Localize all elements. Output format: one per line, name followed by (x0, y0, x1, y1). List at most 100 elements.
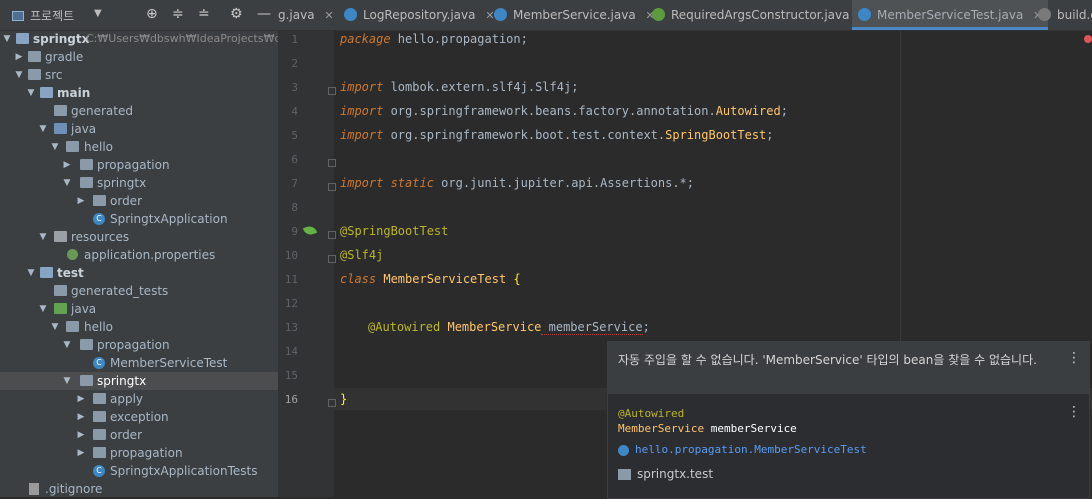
locate-target-icon[interactable]: ⊕ (146, 6, 158, 22)
chevron-down-icon[interactable]: ▼ (50, 318, 60, 336)
chevron-down-icon[interactable]: ▼ (50, 138, 60, 156)
chevron-right-icon[interactable]: ▶ (76, 408, 86, 426)
expand-all-icon[interactable]: ≑ (172, 6, 184, 22)
fold-marker-icon[interactable] (328, 87, 336, 95)
folder-icon (28, 69, 41, 80)
tree-label: exception (110, 410, 169, 424)
code-line-13: @Autowired MemberService memberService; (368, 320, 650, 335)
fold-marker-icon[interactable] (328, 399, 336, 407)
gear-icon[interactable]: ⚙ (230, 6, 243, 22)
project-view-selector[interactable]: 프로젝트 (12, 7, 74, 24)
test-source-folder-icon (54, 303, 67, 314)
line-number: 4 (291, 105, 298, 118)
close-icon[interactable]: ✕ (324, 9, 333, 22)
tab-member-service[interactable]: MemberService.java ✕ (494, 0, 655, 30)
chevron-down-icon[interactable]: ▼ (14, 66, 24, 84)
error-indicator-icon[interactable] (1084, 35, 1092, 43)
chevron-right-icon[interactable]: ▶ (14, 48, 24, 66)
tree-row-apply[interactable]: ▶ apply (0, 390, 278, 408)
chevron-right-icon[interactable]: ▶ (76, 426, 86, 444)
code-line-9: @SpringBootTest (340, 224, 449, 238)
fold-marker-icon[interactable] (328, 159, 336, 167)
popup-error-message: 자동 주입을 할 수 없습니다. 'MemberService' 타입의 bea… (618, 353, 1037, 367)
tree-row-test-propagation[interactable]: ▼ propagation (0, 336, 278, 354)
tree-row-test-springtx-propagation[interactable]: ▶ propagation (0, 444, 278, 462)
hide-panel-icon[interactable]: — (257, 6, 271, 22)
tree-row-gradle[interactable]: ▶ gradle (0, 48, 278, 66)
more-options-icon[interactable]: ⋮ (1067, 404, 1081, 420)
tree-row-main-springtx[interactable]: ▼ springtx (0, 174, 278, 192)
tree-row-gitignore[interactable]: .gitignore (0, 480, 278, 497)
tree-row-springtx-application[interactable]: C SpringtxApplication (0, 210, 278, 228)
tree-row-src[interactable]: ▼ src (0, 66, 278, 84)
tree-row-test-springtx[interactable]: ▼ springtx (0, 372, 278, 390)
tree-row-test[interactable]: ▼ test (0, 264, 278, 282)
tree-row-main-propagation[interactable]: ▶ propagation (0, 156, 278, 174)
chevron-down-icon[interactable]: ▼ (38, 300, 48, 318)
tree-row-resources[interactable]: ▼ resources (0, 228, 278, 246)
code-line-16: } (340, 392, 348, 406)
project-panel: 프로젝트 ▼ ⊕ ≑ ≐ ⚙ — ▼ springtx C:₩Users₩dbs… (0, 0, 278, 497)
tree-label: SpringtxApplicationTests (110, 464, 258, 478)
chevron-down-icon[interactable]: ▼ (62, 336, 72, 354)
tree-row-generated-tests[interactable]: generated_tests (0, 282, 278, 300)
fold-marker-icon[interactable] (328, 183, 336, 191)
package-folder-icon (80, 339, 93, 350)
tree-row-test-java[interactable]: ▼ java (0, 300, 278, 318)
tree-row-member-service-test[interactable]: C MemberServiceTest (0, 354, 278, 372)
code-line-1: package hello.propagation; (340, 32, 528, 46)
fold-marker-icon[interactable] (328, 231, 336, 239)
chevron-down-icon[interactable]: ▼ (26, 84, 36, 102)
more-actions-icon[interactable]: ⋮ (1067, 350, 1081, 366)
line-number: 9 (291, 225, 298, 238)
popup-code-annotation: @Autowired (618, 407, 685, 420)
popup-class-reference[interactable]: hello.propagation.MemberServiceTest (618, 443, 867, 456)
tree-row-test-hello[interactable]: ▼ hello (0, 318, 278, 336)
chevron-down-icon[interactable]: ▼ (38, 120, 48, 138)
chevron-right-icon[interactable]: ▶ (76, 444, 86, 462)
tab-required-args-constructor[interactable]: RequiredArgsConstructor.java ✕ (652, 0, 869, 30)
tree-row-springtx-root[interactable]: ▼ springtx C:₩Users₩dbswh₩IdeaProjects₩d… (0, 30, 278, 48)
tree-row-application-properties[interactable]: application.properties (0, 246, 278, 264)
chevron-down-icon[interactable]: ▼ (2, 30, 12, 48)
spring-bean-icon[interactable] (302, 224, 318, 237)
chevron-down-icon[interactable]: ▼ (38, 228, 48, 246)
tree-row-test-order[interactable]: ▶ order (0, 426, 278, 444)
tab-label: MemberService.java (513, 8, 636, 22)
editor-tab-bar: g.java ✕ LogRepository.java ✕ MemberServ… (278, 0, 1092, 31)
tree-label: SpringtxApplication (110, 212, 228, 226)
tab-log-repository[interactable]: LogRepository.java ✕ (344, 0, 495, 30)
tree-path: C:₩Users₩dbswh₩IdeaProjects₩db₩ (86, 32, 278, 45)
class-icon (494, 8, 507, 21)
tree-row-generated[interactable]: generated (0, 102, 278, 120)
tree-label: gradle (45, 50, 84, 64)
tree-label: hello (84, 140, 113, 154)
class-icon: C (93, 465, 105, 477)
line-number: 1 (291, 33, 298, 46)
package-folder-icon (93, 447, 106, 458)
source-folder-icon (54, 123, 67, 134)
project-tree: ▼ springtx C:₩Users₩dbswh₩IdeaProjects₩d… (0, 30, 278, 497)
fold-marker-icon[interactable] (328, 255, 336, 263)
tab-member-service-test[interactable]: MemberServiceTest.java ✕ (852, 0, 1049, 30)
chevron-down-icon[interactable]: ▼ (62, 174, 72, 192)
tree-label: generated_tests (71, 284, 169, 298)
tree-row-main-java[interactable]: ▼ java (0, 120, 278, 138)
tree-row-springtx-application-tests[interactable]: C SpringtxApplicationTests (0, 462, 278, 480)
tree-row-main-hello[interactable]: ▼ hello (0, 138, 278, 156)
tab-g-java[interactable]: g.java ✕ (278, 0, 334, 30)
tree-row-main-order[interactable]: ▶ order (0, 192, 278, 210)
chevron-down-icon[interactable]: ▼ (62, 372, 72, 390)
line-number: 11 (284, 273, 298, 286)
chevron-down-icon[interactable]: ▼ (26, 264, 36, 282)
collapse-all-icon[interactable]: ≐ (198, 6, 210, 22)
chevron-right-icon[interactable]: ▶ (76, 192, 86, 210)
tab-build-gradle[interactable]: build.gi (1038, 0, 1092, 30)
tree-row-exception[interactable]: ▶ exception (0, 408, 278, 426)
dropdown-arrow-icon[interactable]: ▼ (94, 8, 102, 19)
tree-row-main[interactable]: ▼ main (0, 84, 278, 102)
module-folder-icon (40, 87, 53, 98)
chevron-right-icon[interactable]: ▶ (62, 156, 72, 174)
tree-label: order (110, 428, 142, 442)
chevron-right-icon[interactable]: ▶ (76, 390, 86, 408)
